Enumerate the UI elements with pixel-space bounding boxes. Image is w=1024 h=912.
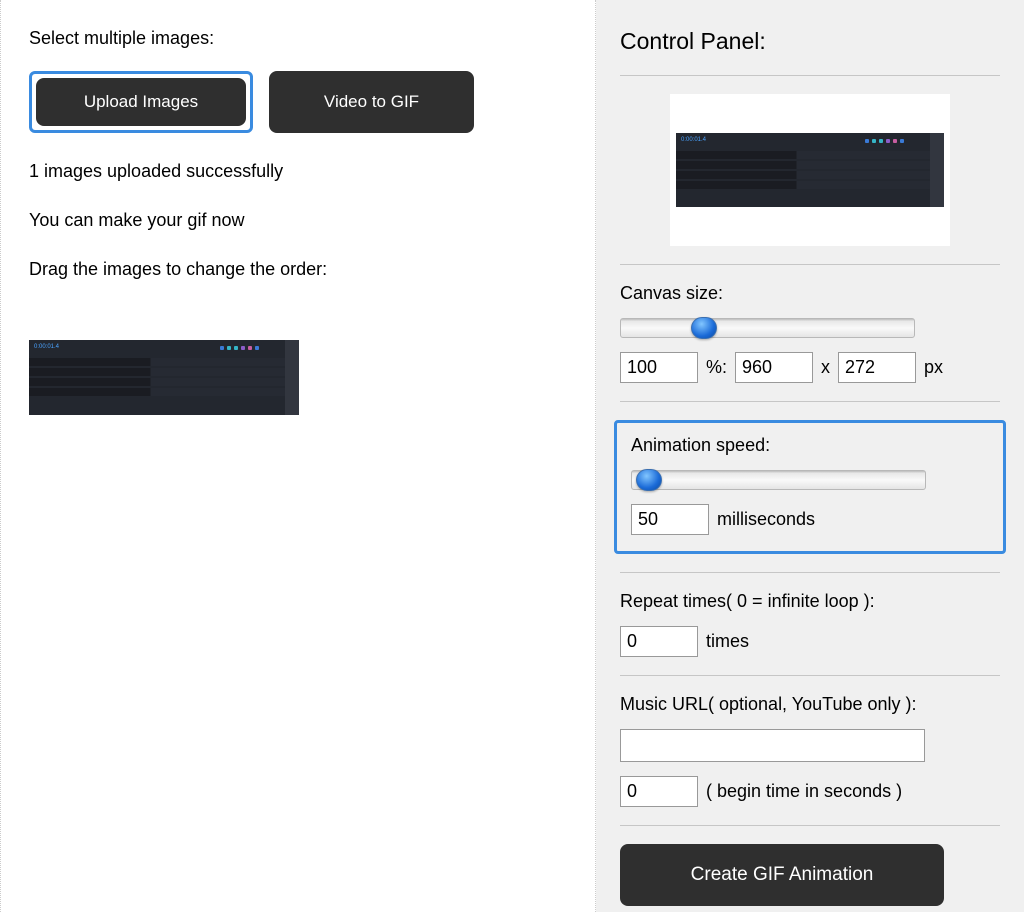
button-row: Upload Images Video to GIF xyxy=(29,71,567,133)
animation-speed-slider[interactable] xyxy=(631,470,926,490)
canvas-x-separator: x xyxy=(821,357,830,378)
canvas-size-label: Canvas size: xyxy=(620,283,1000,304)
upload-status-text: 1 images uploaded successfully xyxy=(29,161,567,182)
control-panel-title: Control Panel: xyxy=(620,28,1000,55)
create-gif-animation-button[interactable]: Create GIF Animation xyxy=(620,844,944,906)
control-panel: Control Panel: 0:00:01.4 Canvas size: %:… xyxy=(596,0,1024,912)
canvas-percent-input[interactable] xyxy=(620,352,698,383)
begin-time-label: ( begin time in seconds ) xyxy=(706,781,902,802)
slider-thumb-icon[interactable] xyxy=(636,469,662,491)
canvas-size-section: Canvas size: %: x px xyxy=(620,283,1000,383)
canvas-unit-label: px xyxy=(924,357,943,378)
animation-speed-input[interactable] xyxy=(631,504,709,535)
repeat-times-input[interactable] xyxy=(620,626,698,657)
canvas-width-input[interactable] xyxy=(735,352,813,383)
upload-highlight-box: Upload Images xyxy=(29,71,253,133)
music-begin-inputs: ( begin time in seconds ) xyxy=(620,776,1000,807)
slider-thumb-icon[interactable] xyxy=(691,317,717,339)
upload-images-button[interactable]: Upload Images xyxy=(36,78,246,126)
video-to-gif-button[interactable]: Video to GIF xyxy=(269,71,474,133)
animation-speed-label: Animation speed: xyxy=(631,435,989,456)
music-url-label: Music URL( optional, YouTube only ): xyxy=(620,694,1000,715)
animation-speed-section: Animation speed: milliseconds xyxy=(614,420,1006,554)
music-url-input[interactable] xyxy=(620,729,925,762)
divider xyxy=(620,401,1000,402)
select-images-label: Select multiple images: xyxy=(29,28,567,49)
repeat-times-inputs: times xyxy=(620,626,1000,657)
make-gif-text: You can make your gif now xyxy=(29,210,567,231)
music-begin-time-input[interactable] xyxy=(620,776,698,807)
canvas-height-input[interactable] xyxy=(838,352,916,383)
canvas-size-inputs: %: x px xyxy=(620,352,1000,383)
preview-box: 0:00:01.4 xyxy=(670,94,950,246)
thumbnail-area: 0:00:01.4 xyxy=(29,340,567,415)
divider xyxy=(620,264,1000,265)
uploaded-image-thumbnail[interactable]: 0:00:01.4 xyxy=(29,340,299,415)
music-url-section: Music URL( optional, YouTube only ): ( b… xyxy=(620,694,1000,807)
repeat-times-section: Repeat times( 0 = infinite loop ): times xyxy=(620,591,1000,657)
left-panel: Select multiple images: Upload Images Vi… xyxy=(0,0,596,912)
divider xyxy=(620,572,1000,573)
drag-order-text: Drag the images to change the order: xyxy=(29,259,567,280)
canvas-size-slider[interactable] xyxy=(620,318,915,338)
divider xyxy=(620,75,1000,76)
divider xyxy=(620,675,1000,676)
milliseconds-label: milliseconds xyxy=(717,509,815,530)
preview-thumbnail: 0:00:01.4 xyxy=(676,133,944,207)
animation-speed-inputs: milliseconds xyxy=(631,504,989,535)
repeat-times-label: Repeat times( 0 = infinite loop ): xyxy=(620,591,1000,612)
times-label: times xyxy=(706,631,749,652)
percent-suffix: %: xyxy=(706,357,727,378)
divider xyxy=(620,825,1000,826)
